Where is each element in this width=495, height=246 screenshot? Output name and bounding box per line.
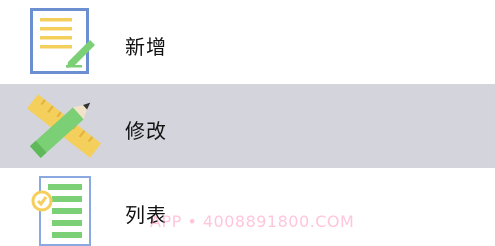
menu-item-list[interactable]: 列表 — [0, 168, 495, 246]
menu-item-add[interactable]: 新增 — [0, 0, 495, 84]
menu-list: 新增 修改 列表 — [0, 0, 495, 246]
menu-item-label: 新增 — [125, 35, 167, 59]
menu-item-label: 修改 — [125, 119, 167, 143]
menu-item-edit[interactable]: 修改 — [0, 84, 495, 168]
list-check-icon — [30, 176, 96, 246]
pencil-ruler-icon — [26, 92, 102, 160]
document-edit-icon — [30, 8, 96, 80]
watermark: APP • 4008891800.COM — [150, 212, 355, 231]
